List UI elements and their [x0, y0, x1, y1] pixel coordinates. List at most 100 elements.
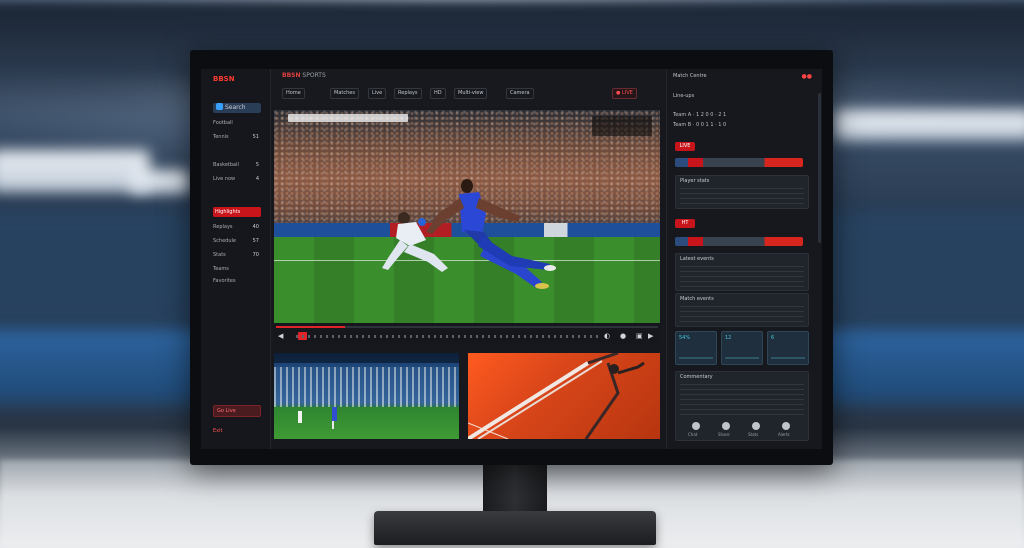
- floodlight-left-small: [130, 170, 190, 194]
- card-lines: [680, 384, 804, 418]
- sidebar-item-placeholder: [213, 185, 261, 193]
- video-scoreboard: [592, 116, 652, 136]
- sidebar-item-count: 40: [252, 224, 259, 230]
- top-bar: BBSN SPORTS Home Matches Live Replays HD…: [272, 69, 672, 107]
- card-title: Commentary: [680, 374, 713, 380]
- camera-thumbnail-2[interactable]: [468, 353, 660, 439]
- sidebar-item-count: 70: [252, 252, 259, 258]
- thumbnail-net-closeup: [468, 353, 645, 439]
- sidebar-item-highlights[interactable]: Highlights: [213, 207, 261, 217]
- momentum-strip-1: [675, 158, 803, 167]
- nav-chip-multiview[interactable]: Multi-view: [454, 88, 488, 99]
- card-title: Match events: [680, 296, 714, 302]
- sidebar-item-label: Tennis: [213, 134, 229, 140]
- stat-value: 54%: [679, 335, 691, 341]
- card-title: Player stats: [680, 178, 710, 184]
- exit-button[interactable]: Exit: [213, 427, 261, 435]
- card-lines: [680, 188, 804, 205]
- nav-chip-hd[interactable]: HD: [430, 88, 446, 99]
- nav-chip-replays[interactable]: Replays: [394, 88, 422, 99]
- progress-track[interactable]: [276, 326, 658, 328]
- monitor: BBSN Search Football Tennis 51 Basketball…: [190, 50, 833, 465]
- live-tag: LIVE: [675, 142, 695, 151]
- sidebar-item-tennis[interactable]: Tennis 51: [213, 133, 261, 141]
- search-icon: [216, 103, 223, 110]
- stats-icon[interactable]: [752, 422, 760, 430]
- sidebar-item-replays[interactable]: Replays 40: [213, 223, 261, 231]
- sidebar-item-count: 4: [255, 176, 259, 182]
- sidebar-item-label: Schedule: [213, 238, 236, 244]
- sidebar-search-button[interactable]: Search: [213, 103, 261, 113]
- volume-icon[interactable]: ◐: [604, 332, 610, 340]
- sidebar-item-count: 57: [252, 238, 259, 244]
- player-controls: ◀ ◐ ● ▣ ▶: [274, 323, 660, 345]
- chat-label: Chat: [688, 432, 698, 437]
- app-logo[interactable]: BBSN: [213, 75, 241, 83]
- sidebar-item-live[interactable]: Live now 4: [213, 175, 261, 183]
- stat-box-shots: 12: [721, 331, 763, 365]
- main-video-player[interactable]: [274, 110, 660, 323]
- thumbnail-stands: [274, 367, 459, 407]
- commentary-card[interactable]: Commentary Chat Share Stats Alerts: [675, 371, 809, 441]
- latest-events-card[interactable]: Latest events: [675, 253, 809, 291]
- sidebar-item-schedule[interactable]: Schedule 57: [213, 237, 261, 245]
- panel-header: Match Centre: [673, 73, 707, 79]
- screen: BBSN Search Football Tennis 51 Basketball…: [201, 69, 822, 449]
- floodlight-left: [0, 150, 150, 192]
- sidebar-item-label: Replays: [213, 224, 233, 230]
- nav-chip-live[interactable]: Live: [368, 88, 387, 99]
- ht-tag: HT: [675, 219, 695, 228]
- match-centre-panel: Match Centre ●● Line-ups Team A · 1 2 0 …: [666, 69, 822, 449]
- monitor-base: [374, 511, 656, 545]
- sidebar-item-label: Live now: [213, 176, 236, 182]
- sidebar-item-label: Basketball: [213, 162, 239, 168]
- stat-bar: [771, 357, 805, 359]
- settings-icon[interactable]: ●: [620, 332, 626, 340]
- go-live-button[interactable]: Go Live: [213, 405, 261, 417]
- sidebar-item-teams[interactable]: Teams: [213, 265, 261, 273]
- floodlight-right: [834, 110, 1024, 140]
- live-indicator[interactable]: ● LIVE: [612, 88, 637, 99]
- skip-forward-icon[interactable]: ▶: [648, 332, 653, 340]
- page-title: BBSN SPORTS: [282, 72, 326, 79]
- player-stats-card[interactable]: Player stats: [675, 175, 809, 209]
- video-top-banner: [288, 114, 408, 122]
- alerts-label: Alerts: [778, 432, 790, 437]
- skip-back-icon[interactable]: ◀: [278, 332, 283, 340]
- stat-value: 12: [725, 335, 732, 341]
- nav-chip-matches[interactable]: Matches: [330, 88, 359, 99]
- sidebar-item-basketball[interactable]: Basketball 5: [213, 161, 261, 169]
- panel-scrollbar[interactable]: [818, 93, 821, 243]
- stat-value: 6: [771, 335, 775, 341]
- panel-subheader: Line-ups: [673, 93, 695, 99]
- fullscreen-icon[interactable]: ▣: [636, 332, 643, 340]
- player-goalkeeper-figure: [382, 212, 448, 272]
- share-icon[interactable]: [722, 422, 730, 430]
- camera-thumbnail-1[interactable]: [274, 353, 459, 439]
- more-icon[interactable]: ●●: [802, 73, 812, 80]
- nav-chip-camera[interactable]: Camera: [506, 88, 534, 99]
- sidebar-item-favorites[interactable]: Favorites: [213, 277, 261, 285]
- thumbnail-top-bar: [274, 353, 459, 363]
- sidebar-item-football[interactable]: Football: [213, 119, 261, 127]
- sidebar-item-stats[interactable]: Stats 70: [213, 251, 261, 259]
- timeline-ticks: [296, 335, 600, 338]
- alerts-icon[interactable]: [782, 422, 790, 430]
- nav-chip-home[interactable]: Home: [282, 88, 305, 99]
- sidebar-item-label: Football: [213, 120, 233, 126]
- thumbnail-players: [298, 407, 337, 429]
- sidebar-item-count: 5: [255, 162, 259, 168]
- stat-box-possession: 54%: [675, 331, 717, 365]
- chat-icon[interactable]: [692, 422, 700, 430]
- title-suffix: SPORTS: [302, 72, 326, 79]
- title-brand: BBSN: [282, 72, 301, 79]
- sidebar-item-label: Teams: [213, 266, 229, 272]
- stat-bar: [725, 357, 759, 359]
- sidebar-item-count: 51: [252, 134, 259, 140]
- stats-label: Stats: [748, 432, 759, 437]
- card-lines: [680, 306, 804, 323]
- card-title: Latest events: [680, 256, 714, 262]
- match-events-card[interactable]: Match events: [675, 293, 809, 327]
- sidebar: BBSN Search Football Tennis 51 Basketball…: [201, 69, 271, 449]
- stat-bar: [679, 357, 713, 359]
